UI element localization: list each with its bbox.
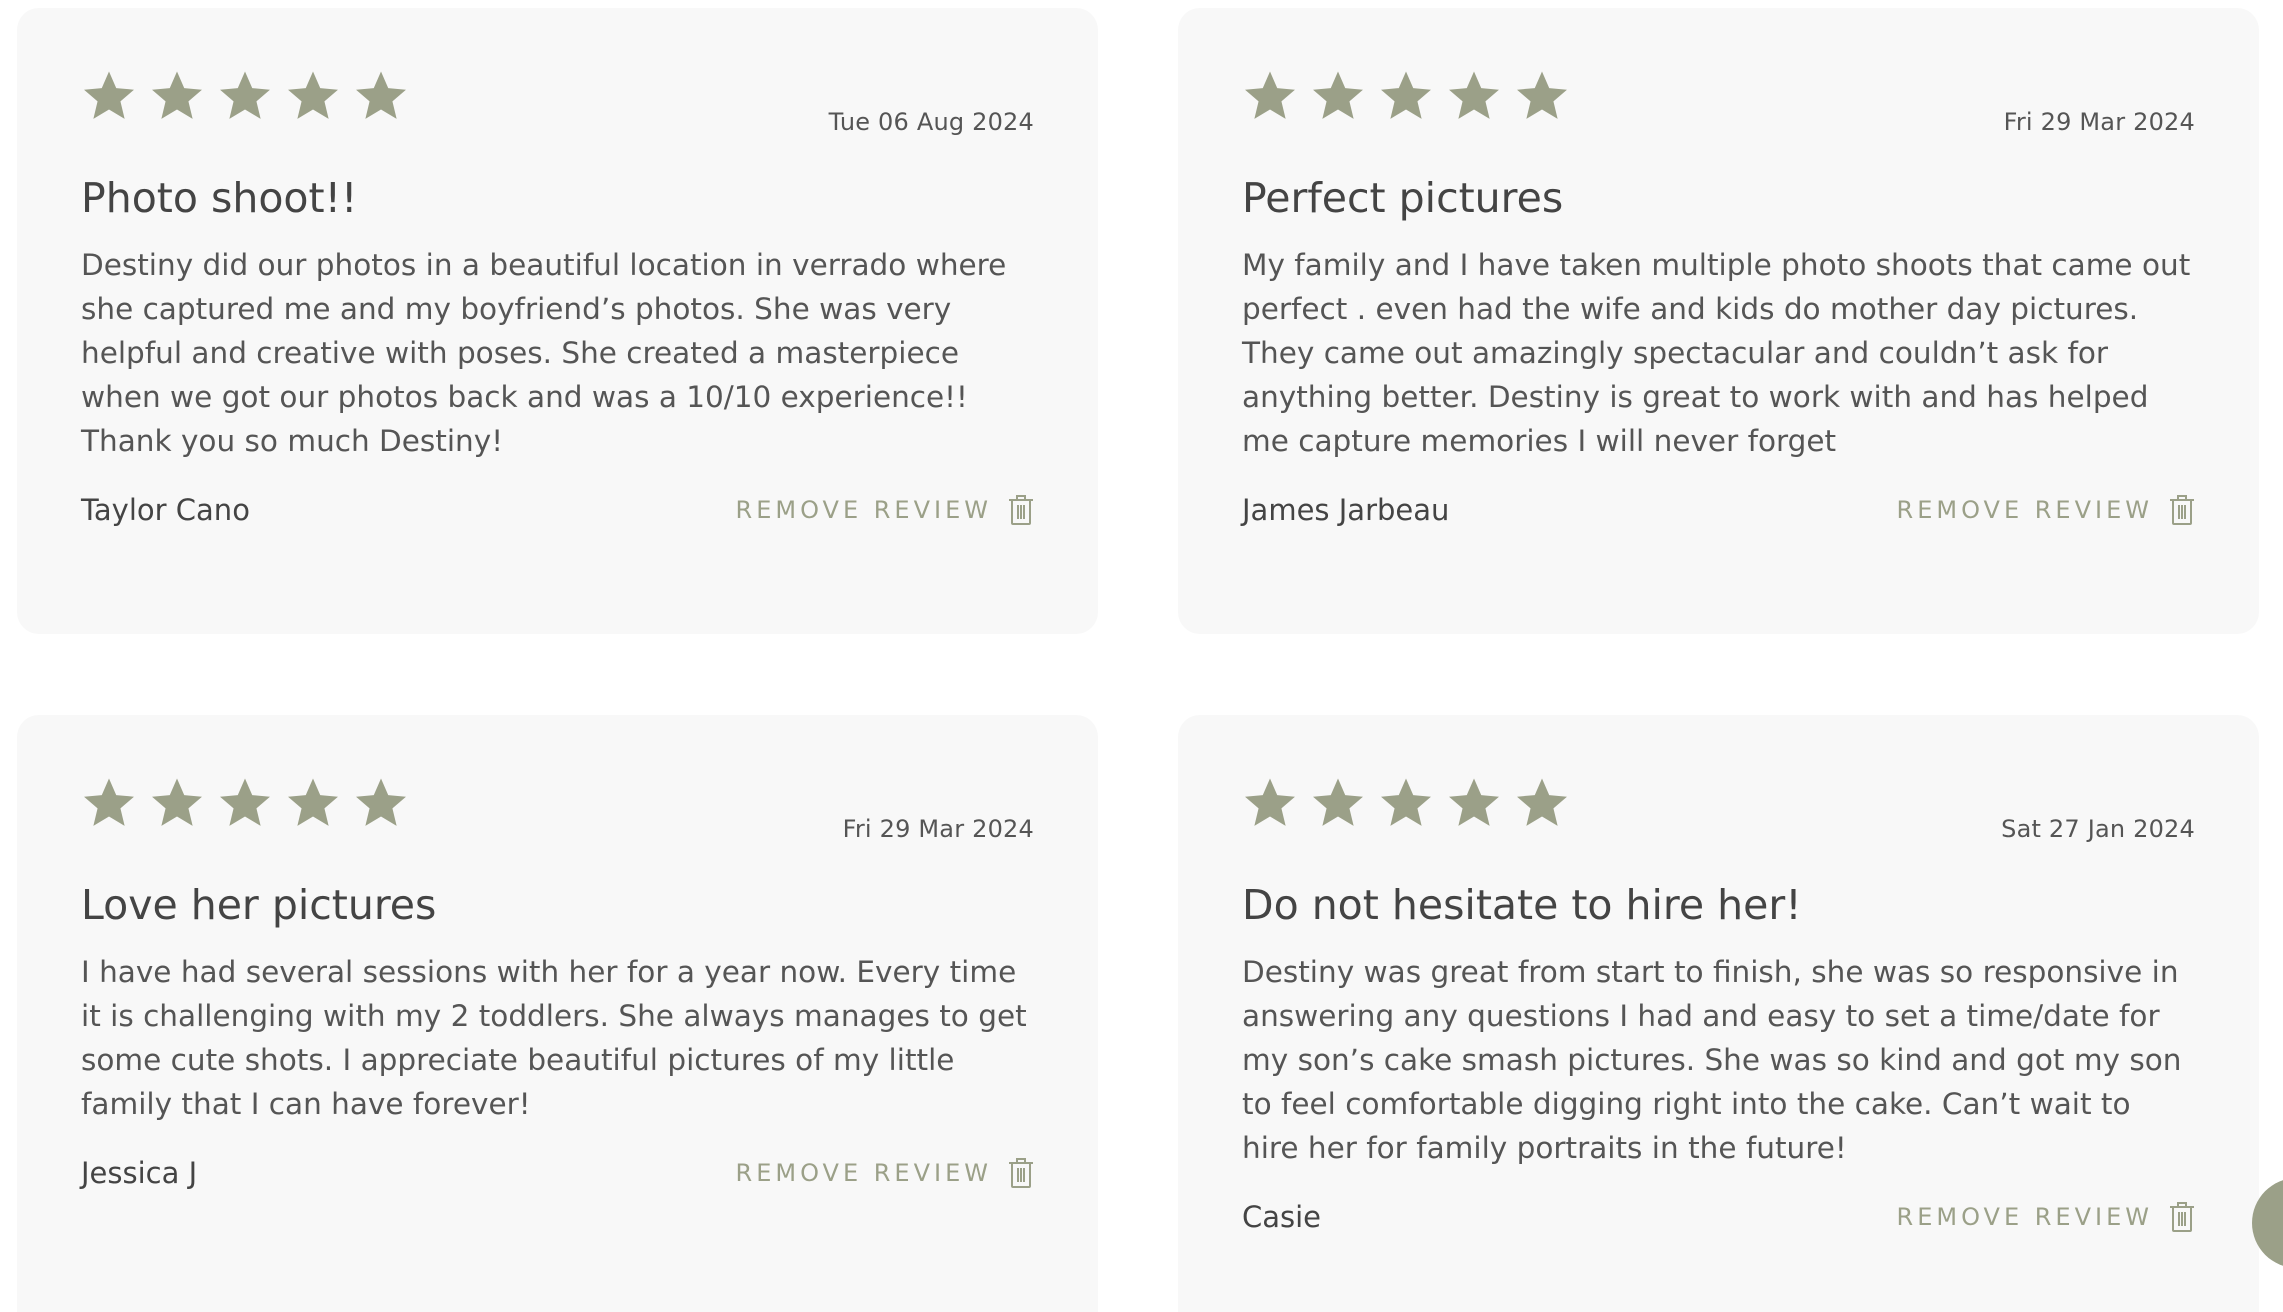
star-icon <box>1381 71 1431 119</box>
remove-review-button[interactable]: REMOVE REVIEW <box>736 494 1034 526</box>
review-author: Jessica J <box>81 1156 198 1191</box>
star-icon <box>1245 71 1295 119</box>
remove-review-button[interactable]: REMOVE REVIEW <box>1897 1201 2195 1233</box>
star-rating <box>1242 775 1570 831</box>
review-author: Casie <box>1242 1200 1322 1235</box>
remove-review-button[interactable]: REMOVE REVIEW <box>1897 494 2195 526</box>
review-body: Destiny did our photos in a beautiful lo… <box>81 248 1007 459</box>
review-title: Do not hesitate to hire her! <box>1242 881 1802 929</box>
star-icon <box>356 71 406 119</box>
star-icon <box>220 71 270 119</box>
review-card: Tue 06 Aug 2024 Photo shoot!! Destiny di… <box>17 8 1098 634</box>
star-icon <box>1517 71 1567 119</box>
star-rating <box>1242 68 1570 124</box>
trash-icon <box>2170 1202 2194 1233</box>
star-icon <box>1313 71 1363 119</box>
review-body: My family and I have taken multiple phot… <box>1242 248 2191 459</box>
trash-icon <box>2170 495 2194 526</box>
review-date: Fri 29 Mar 2024 <box>842 815 1034 843</box>
review-card: Fri 29 Mar 2024 Perfect pictures My fami… <box>1178 8 2259 634</box>
star-rating <box>81 68 409 124</box>
star-icon <box>1381 778 1431 826</box>
star-icon <box>1517 778 1567 826</box>
star-icon <box>1449 71 1499 119</box>
remove-review-label: REMOVE REVIEW <box>1896 1203 2153 1232</box>
review-date: Fri 29 Mar 2024 <box>2003 108 2195 136</box>
review-title: Love her pictures <box>81 881 437 929</box>
review-body: Destiny was great from start to finish, … <box>1242 955 2182 1166</box>
star-icon <box>220 778 270 826</box>
star-icon <box>84 778 134 826</box>
star-icon <box>356 778 406 826</box>
review-card: Fri 29 Mar 2024 Love her pictures I have… <box>17 715 1098 1312</box>
trash-icon <box>1009 1158 1033 1189</box>
star-icon <box>152 71 202 119</box>
review-card: Sat 27 Jan 2024 Do not hesitate to hire … <box>1178 715 2259 1312</box>
remove-review-button[interactable]: REMOVE REVIEW <box>736 1157 1034 1189</box>
review-date: Sat 27 Jan 2024 <box>2001 815 2195 843</box>
star-icon <box>1245 778 1295 826</box>
remove-review-label: REMOVE REVIEW <box>735 496 992 525</box>
review-author: Taylor Cano <box>81 493 250 528</box>
star-icon <box>1449 778 1499 826</box>
star-icon <box>152 778 202 826</box>
star-icon <box>288 71 338 119</box>
trash-icon <box>1009 495 1033 526</box>
review-author: James Jarbeau <box>1242 493 1450 528</box>
review-body: I have had several sessions with her for… <box>81 955 1027 1122</box>
star-icon <box>288 778 338 826</box>
star-icon <box>84 71 134 119</box>
star-rating <box>81 775 409 831</box>
review-title: Perfect pictures <box>1242 174 1564 222</box>
remove-review-label: REMOVE REVIEW <box>735 1159 992 1188</box>
review-title: Photo shoot!! <box>81 174 358 222</box>
review-date: Tue 06 Aug 2024 <box>828 108 1034 136</box>
remove-review-label: REMOVE REVIEW <box>1896 496 2153 525</box>
star-icon <box>1313 778 1363 826</box>
